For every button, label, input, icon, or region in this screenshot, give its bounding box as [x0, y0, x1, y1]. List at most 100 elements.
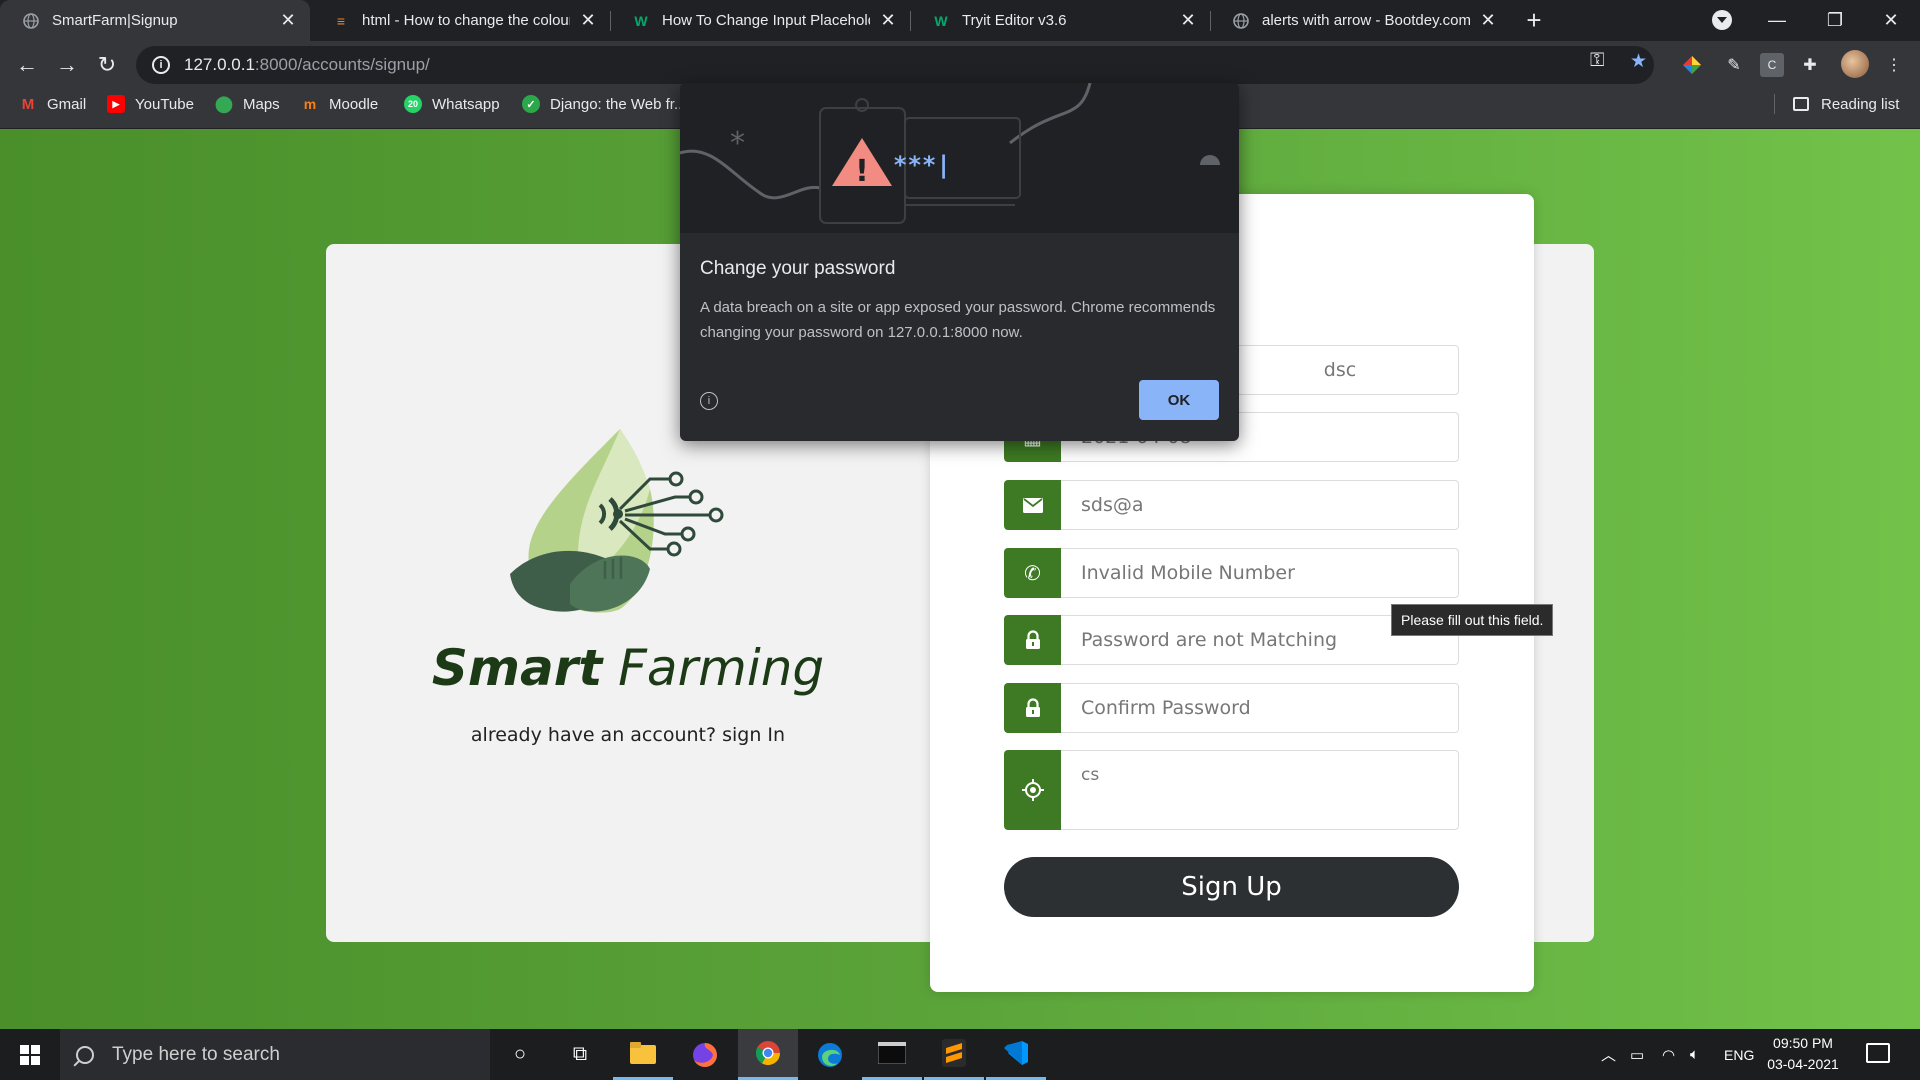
close-tab-icon[interactable]: ✕: [1478, 10, 1498, 31]
info-icon[interactable]: i: [700, 392, 718, 410]
minimize-button[interactable]: —: [1748, 0, 1806, 41]
tab-search-icon[interactable]: [1712, 10, 1732, 30]
task-view-icon[interactable]: ⧉: [550, 1029, 610, 1080]
close-tab-icon[interactable]: ✕: [278, 10, 298, 31]
show-hidden-icons[interactable]: ︿: [1601, 1029, 1616, 1080]
tab-w3schools-placeholder[interactable]: W How To Change Input Placeholde ✕: [610, 0, 910, 41]
dialog-ok-button[interactable]: OK: [1139, 380, 1219, 420]
color-picker-extension-icon[interactable]: [1680, 53, 1704, 77]
brand-title: Smart Farming: [326, 639, 930, 697]
language-indicator[interactable]: ENG: [1724, 1029, 1754, 1080]
smart-farming-logo: [510, 429, 724, 613]
bookmark-django[interactable]: ✓ Django: the Web fr...: [522, 89, 686, 119]
forward-icon[interactable]: →: [51, 49, 83, 81]
close-tab-icon[interactable]: ✕: [578, 10, 598, 31]
masked-password-text: ***|: [893, 151, 951, 179]
pen-extension-icon[interactable]: ✎: [1722, 53, 1746, 77]
reading-list-label: Reading list: [1821, 95, 1900, 113]
envelope-icon: [1004, 480, 1061, 530]
profile-avatar[interactable]: [1841, 50, 1869, 78]
edge-icon[interactable]: [800, 1029, 860, 1080]
restore-button[interactable]: ❐: [1806, 0, 1864, 41]
bookmark-star-icon[interactable]: ★: [1630, 50, 1647, 73]
volume-icon[interactable]: 🔈︎: [1690, 1029, 1699, 1080]
bookmark-whatsapp[interactable]: 20 Whatsapp: [404, 89, 500, 119]
close-window-button[interactable]: ✕: [1862, 0, 1920, 41]
tab-stackoverflow[interactable]: ≡ html - How to change the colour ✕: [310, 0, 610, 41]
clock-date: 03-04-2021: [1767, 1056, 1839, 1072]
stackoverflow-icon: ≡: [336, 12, 346, 29]
site-info-icon[interactable]: i: [152, 56, 170, 74]
bookmark-youtube[interactable]: ▶ YouTube: [107, 89, 194, 119]
tab-title: html - How to change the colour: [362, 12, 570, 29]
confirm-password-input[interactable]: Confirm Password: [1061, 683, 1459, 733]
lock-icon: [1004, 615, 1061, 665]
brand-smart: Smart: [431, 639, 603, 697]
close-tab-icon[interactable]: ✕: [1178, 10, 1198, 31]
bookmark-gmail[interactable]: M Gmail: [19, 89, 86, 119]
reading-list-icon: [1793, 97, 1809, 111]
gmail-icon: M: [21, 95, 35, 113]
email-field: sds@a: [1004, 480, 1459, 530]
tab-bootdey[interactable]: alerts with arrow - Bootdey.com ✕: [1210, 0, 1510, 41]
reading-list-button[interactable]: Reading list: [1793, 89, 1899, 119]
address-field: cs: [1004, 750, 1459, 830]
url-path: :8000/accounts/signup/: [254, 55, 430, 74]
bookmark-label: Django: the Web fr...: [550, 95, 687, 113]
mobile-input[interactable]: Invalid Mobile Number: [1061, 548, 1459, 598]
chrome-icon[interactable]: [738, 1029, 798, 1080]
taskbar-clock[interactable]: 09:50 PM 03-04-2021: [1758, 1033, 1848, 1075]
svg-text:*: *: [730, 126, 745, 161]
brand-farming: Farming: [618, 639, 825, 697]
bookmark-label: Whatsapp: [432, 95, 500, 113]
taskbar-search[interactable]: Type here to search: [60, 1029, 490, 1080]
key-icon[interactable]: ⚿: [1590, 50, 1604, 72]
tab-smartfarm-signup[interactable]: SmartFarm|Signup ✕: [0, 0, 310, 41]
address-bar[interactable]: i 127.0.0.1:8000/accounts/signup/: [136, 46, 1654, 84]
sublime-text-icon[interactable]: [924, 1029, 984, 1080]
address-textarea[interactable]: cs: [1061, 750, 1459, 830]
cortana-icon[interactable]: ○: [490, 1029, 550, 1080]
location-target-icon: [1004, 750, 1061, 830]
bookmark-label: YouTube: [135, 95, 194, 113]
close-tab-icon[interactable]: ✕: [878, 10, 898, 31]
windows-start-button[interactable]: [0, 1029, 60, 1080]
search-icon: [76, 1045, 94, 1064]
notifications-icon[interactable]: [1866, 1043, 1890, 1063]
django-icon: ✓: [522, 95, 540, 113]
c-extension-icon[interactable]: C: [1760, 53, 1784, 77]
dialog-body: A data breach on a site or app exposed y…: [700, 299, 1216, 341]
tab-title: How To Change Input Placeholde: [662, 12, 870, 29]
phone-icon: ✆: [1004, 548, 1061, 598]
windows-logo-icon: [20, 1044, 40, 1065]
maps-icon: ⬤: [215, 96, 233, 113]
bookmark-label: Maps: [243, 95, 280, 113]
back-icon[interactable]: ←: [11, 49, 43, 81]
confirm-password-field: Confirm Password: [1004, 683, 1459, 733]
globe-icon: [22, 12, 40, 30]
email-input[interactable]: sds@a: [1061, 480, 1459, 530]
taskbar-search-placeholder: Type here to search: [112, 1043, 280, 1065]
vscode-icon[interactable]: [986, 1029, 1046, 1080]
w3schools-icon: W: [634, 12, 648, 29]
reload-icon[interactable]: ↻: [91, 49, 123, 81]
bookmark-moodle[interactable]: m Moodle: [301, 89, 378, 119]
whatsapp-icon: 20: [404, 95, 422, 113]
tab-title: SmartFarm|Signup: [52, 12, 178, 29]
bookmarks-separator: [1774, 94, 1775, 114]
battery-icon[interactable]: ▭: [1630, 1029, 1644, 1080]
signin-link[interactable]: already have an account? sign In: [326, 724, 930, 746]
wifi-icon[interactable]: ◠: [1662, 1029, 1675, 1080]
signup-button[interactable]: Sign Up: [1004, 857, 1459, 917]
menu-kebab-icon[interactable]: ⋮: [1882, 53, 1906, 77]
firefox-icon[interactable]: [675, 1029, 735, 1080]
bookmark-maps[interactable]: ⬤ Maps: [215, 89, 280, 119]
globe-icon: [1232, 12, 1250, 30]
new-tab-button[interactable]: +: [1518, 4, 1550, 36]
file-explorer-icon[interactable]: [613, 1029, 673, 1080]
tab-tryit-editor[interactable]: W Tryit Editor v3.6 ✕: [910, 0, 1210, 41]
dialog-title: Change your password: [700, 258, 896, 279]
terminal-icon[interactable]: [862, 1029, 922, 1080]
extensions-puzzle-icon[interactable]: ✚: [1798, 53, 1822, 77]
browser-toolbar: ← → ↻ i 127.0.0.1:8000/accounts/signup/ …: [0, 41, 1920, 89]
